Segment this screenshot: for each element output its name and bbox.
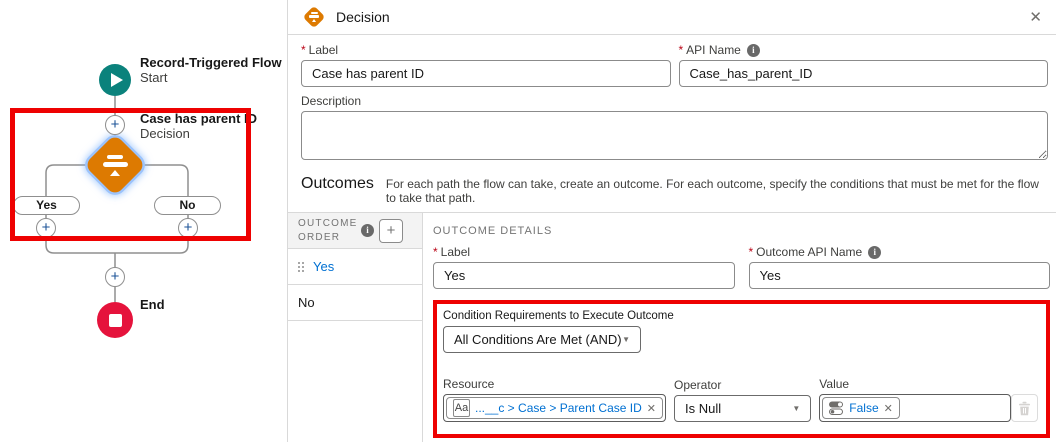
decision-icon (93, 143, 137, 187)
label-field-label: * Label (301, 43, 671, 57)
remove-icon[interactable]: ✕ (647, 402, 656, 415)
outcome-item-yes[interactable]: Yes (288, 249, 422, 285)
value-pill-text: False (849, 401, 878, 415)
start-node[interactable] (99, 64, 131, 96)
panel-body: * Label * API Name i Description (288, 35, 1056, 212)
flow-canvas: Record-Triggered Flow Start + Case has p… (0, 0, 287, 442)
outcomes-help-text: For each path the flow can take, create … (386, 177, 1048, 205)
add-element-button-no[interactable]: + (178, 218, 198, 238)
api-name-input[interactable] (679, 60, 1049, 87)
outcome-label-text: Label (441, 245, 470, 259)
add-element-button-merge[interactable]: + (105, 267, 125, 287)
outcome-order-title: Outcome Order (298, 217, 358, 244)
outcome-api-field-group: * Outcome API Name i (749, 245, 1051, 289)
info-icon[interactable]: i (747, 44, 760, 57)
outcome-item-no[interactable]: No (288, 285, 422, 321)
operator-dropdown[interactable]: Is Null ▼ (674, 395, 811, 422)
operator-label: Operator (674, 378, 811, 392)
trash-icon (1018, 401, 1031, 416)
panel-title: Decision (336, 9, 390, 25)
api-name-field-group: * API Name i (679, 43, 1049, 87)
api-name-field-label: * API Name i (679, 43, 1049, 57)
condition-requirements-highlight: Condition Requirements to Execute Outcom… (433, 300, 1050, 438)
drag-handle-icon[interactable] (298, 262, 304, 272)
required-mark: * (433, 245, 438, 259)
label-input[interactable] (301, 60, 671, 87)
resource-combobox[interactable]: Aa ...__c > Case > Parent Case ID ✕ (443, 394, 666, 422)
outcomes-heading: Outcomes (301, 175, 374, 193)
decision-node-title: Case has parent ID (140, 111, 257, 126)
api-name-field-text: API Name (686, 43, 741, 57)
info-icon[interactable]: i (868, 246, 881, 259)
flow-builder-screen: Record-Triggered Flow Start + Case has p… (0, 0, 1056, 442)
resource-pill[interactable]: Aa ...__c > Case > Parent Case ID ✕ (446, 397, 663, 419)
delete-condition-button[interactable] (1011, 394, 1038, 422)
outcome-api-text: Outcome API Name (756, 245, 862, 259)
boolean-type-icon (829, 401, 844, 415)
operator-field-group: Operator Is Null ▼ (674, 378, 811, 422)
label-field-group: * Label (301, 43, 671, 87)
resource-label: Resource (443, 377, 666, 391)
outcome-item-label: No (298, 295, 315, 310)
outcome-order-panel: Outcome Order i + Yes No (288, 213, 423, 442)
condition-row: Resource Aa ...__c > Case > Parent Case … (443, 377, 1040, 422)
label-field-text: Label (309, 43, 338, 57)
close-icon[interactable]: ✕ (1029, 8, 1042, 26)
required-mark: * (301, 43, 306, 57)
description-input[interactable] (301, 111, 1048, 160)
chevron-down-icon: ▼ (622, 335, 630, 344)
add-element-button[interactable]: + (105, 115, 125, 135)
panel-header: Decision ✕ (288, 0, 1056, 35)
outcome-details-panel: Outcome Details * Label * Outcome API Na… (423, 213, 1056, 442)
outcome-details-title: Outcome Details (433, 225, 1050, 237)
outcome-api-field-label: * Outcome API Name i (749, 245, 1051, 259)
outcome-label-field-group: * Label (433, 245, 735, 289)
operator-value: Is Null (685, 401, 721, 416)
remove-icon[interactable]: ✕ (884, 402, 893, 415)
resource-field-group: Resource Aa ...__c > Case > Parent Case … (443, 377, 666, 422)
stop-icon (109, 314, 122, 327)
resource-pill-text: ...__c > Case > Parent Case ID (475, 401, 642, 415)
play-icon (111, 73, 123, 87)
add-element-button-yes[interactable]: + (36, 218, 56, 238)
outcome-label-input[interactable] (433, 262, 735, 289)
decision-node[interactable] (84, 134, 146, 196)
value-field-group: Value False (819, 377, 1011, 422)
end-node-label: End (140, 297, 165, 312)
condition-requirements-label: Condition Requirements to Execute Outcom… (443, 310, 1040, 322)
start-node-title: Record-Triggered Flow (140, 55, 282, 70)
value-pill[interactable]: False ✕ (822, 397, 900, 419)
chevron-down-icon: ▼ (792, 404, 800, 413)
decision-icon (302, 5, 326, 29)
add-outcome-button[interactable]: + (379, 219, 403, 243)
outcome-order-header: Outcome Order i + (288, 213, 422, 249)
outcome-api-input[interactable] (749, 262, 1051, 289)
outcome-item-label: Yes (313, 259, 334, 274)
condition-logic-dropdown[interactable]: All Conditions Are Met (AND) ▼ (443, 326, 641, 353)
info-icon[interactable]: i (361, 224, 374, 237)
description-label: Description (301, 94, 1048, 108)
decision-edit-panel: Decision ✕ * Label * API Name i (287, 0, 1056, 442)
outcome-section: Outcome Order i + Yes No Outcome Details (288, 212, 1056, 442)
required-mark: * (749, 245, 754, 259)
value-combobox[interactable]: False ✕ (819, 394, 1011, 422)
outcome-label-field-label: * Label (433, 245, 735, 259)
branch-label-no[interactable]: No (154, 196, 221, 215)
decision-node-subtitle: Decision (140, 126, 190, 141)
value-label: Value (819, 377, 1011, 391)
required-mark: * (679, 43, 684, 57)
condition-logic-value: All Conditions Are Met (AND) (454, 332, 622, 347)
end-node[interactable] (97, 302, 133, 338)
branch-label-yes[interactable]: Yes (13, 196, 80, 215)
start-node-subtitle: Start (140, 70, 167, 85)
text-type-icon: Aa (453, 399, 470, 417)
outcomes-heading-row: Outcomes For each path the flow can take… (301, 175, 1048, 205)
